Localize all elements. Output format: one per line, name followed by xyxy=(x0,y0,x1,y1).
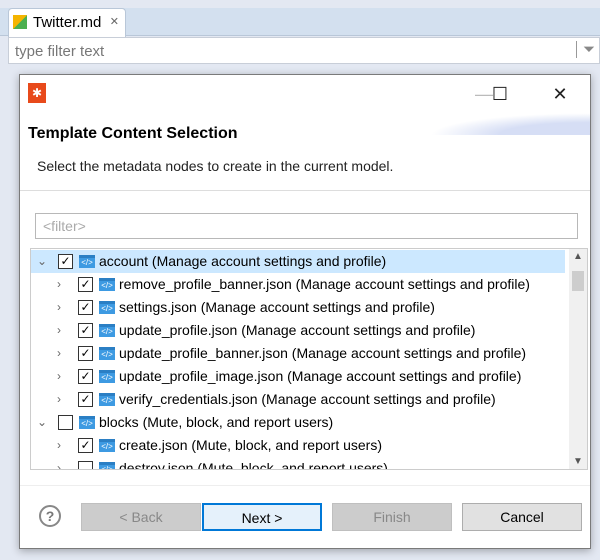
tree-item-label: update_profile_banner.json (Manage accou… xyxy=(119,345,527,361)
chevron-right-icon[interactable]: › xyxy=(57,273,69,296)
chevron-right-icon[interactable]: › xyxy=(57,365,69,388)
tree-item[interactable]: › </> destroy.json (Mute, block, and rep… xyxy=(31,457,565,470)
next-button[interactable]: Next > xyxy=(202,503,322,531)
chevron-right-icon[interactable]: › xyxy=(57,388,69,411)
json-file-icon: </> xyxy=(99,439,115,452)
template-dialog: ✱ — ☐ ✕ Template Content Selection Selec… xyxy=(19,74,591,549)
tree-item-label: blocks (Mute, block, and report users) xyxy=(99,414,334,430)
back-button[interactable]: < Back xyxy=(81,503,201,531)
tree-item-checkbox[interactable]: ✓ xyxy=(78,438,93,453)
tree-item-checkbox[interactable]: ✓ xyxy=(78,300,93,315)
funnel-icon[interactable]: ⏷ xyxy=(575,41,595,58)
tree-item-checkbox[interactable]: ✓ xyxy=(78,392,93,407)
close-button[interactable]: ✕ xyxy=(540,79,580,109)
tab-label: Twitter.md xyxy=(33,14,102,31)
tree-item[interactable]: ⌄ ✓ </> account (Manage account settings… xyxy=(31,250,565,273)
finish-button[interactable]: Finish xyxy=(332,503,452,531)
chevron-right-icon[interactable]: › xyxy=(57,342,69,365)
model-file-icon xyxy=(13,15,27,29)
tree-item-label: update_profile.json (Manage account sett… xyxy=(119,322,476,338)
tree-item-checkbox[interactable] xyxy=(78,461,93,469)
tree-item-checkbox[interactable]: ✓ xyxy=(78,369,93,384)
banner-graphic xyxy=(430,113,590,135)
tree-item-checkbox[interactable]: ✓ xyxy=(78,277,93,292)
json-file-icon: </> xyxy=(79,416,95,429)
tree-item-label: remove_profile_banner.json (Manage accou… xyxy=(119,276,530,292)
json-file-icon: </> xyxy=(99,347,115,360)
cancel-button[interactable]: Cancel xyxy=(462,503,582,531)
tree-item[interactable]: › ✓ </> verify_credentials.json (Manage … xyxy=(31,388,565,411)
tree-item-label: settings.json (Manage account settings a… xyxy=(119,299,435,315)
json-file-icon: </> xyxy=(79,255,95,268)
editor-tab[interactable]: Twitter.md ✕ xyxy=(8,8,126,37)
tree-item-checkbox[interactable]: ✓ xyxy=(58,254,73,269)
json-file-icon: </> xyxy=(99,393,115,406)
content-tree: ⌄ ✓ </> account (Manage account settings… xyxy=(30,248,588,470)
chevron-right-icon[interactable]: › xyxy=(57,434,69,457)
divider xyxy=(20,190,590,191)
tree-item-label: create.json (Mute, block, and report use… xyxy=(119,437,383,453)
tree-item-label: destroy.json (Mute, block, and report us… xyxy=(119,460,388,470)
json-file-icon: </> xyxy=(99,278,115,291)
divider xyxy=(20,485,590,486)
json-file-icon: </> xyxy=(99,370,115,383)
chevron-right-icon[interactable]: › xyxy=(57,296,69,319)
tree-item-label: verify_credentials.json (Manage account … xyxy=(119,391,496,407)
outline-filter-input[interactable]: type filter text ⏷ xyxy=(8,37,600,64)
tree-item[interactable]: › ✓ </> create.json (Mute, block, and re… xyxy=(31,434,565,457)
scroll-up-icon[interactable]: ▲ xyxy=(573,251,583,262)
json-file-icon: </> xyxy=(99,301,115,314)
tree-item[interactable]: › ✓ </> settings.json (Manage account se… xyxy=(31,296,565,319)
chevron-right-icon[interactable]: › xyxy=(57,319,69,342)
tree-item[interactable]: › ✓ </> update_profile_image.json (Manag… xyxy=(31,365,565,388)
page-description: Select the metadata nodes to create in t… xyxy=(37,158,394,174)
json-file-icon: </> xyxy=(99,462,115,469)
scroll-thumb[interactable] xyxy=(572,271,584,291)
page-title: Template Content Selection xyxy=(28,125,238,142)
app-logo-icon: ✱ xyxy=(28,83,46,103)
tree-item-checkbox[interactable] xyxy=(58,415,73,430)
scroll-down-icon[interactable]: ▼ xyxy=(573,456,583,467)
tree-item-label: account (Manage account settings and pro… xyxy=(99,253,387,269)
tree-item-checkbox[interactable]: ✓ xyxy=(78,346,93,361)
json-file-icon: </> xyxy=(99,324,115,337)
tree-item-checkbox[interactable]: ✓ xyxy=(78,323,93,338)
chevron-down-icon[interactable]: ⌄ xyxy=(37,250,49,273)
chevron-right-icon[interactable]: › xyxy=(57,457,69,469)
tree-item[interactable]: ⌄ </> blocks (Mute, block, and report us… xyxy=(31,411,565,434)
maximize-button[interactable]: ☐ xyxy=(480,79,520,109)
tree-filter-input[interactable]: <filter> xyxy=(35,213,578,239)
close-tab-icon[interactable]: ✕ xyxy=(110,15,119,28)
tree-item[interactable]: › ✓ </> update_profile_banner.json (Mana… xyxy=(31,342,565,365)
tree-item[interactable]: › ✓ </> remove_profile_banner.json (Mana… xyxy=(31,273,565,296)
filter-placeholder: type filter text xyxy=(15,43,105,60)
vertical-scrollbar[interactable]: ▲ ▼ xyxy=(569,249,587,469)
chevron-down-icon[interactable]: ⌄ xyxy=(37,411,49,434)
tree-item-label: update_profile_image.json (Manage accoun… xyxy=(119,368,522,384)
help-icon[interactable]: ? xyxy=(39,505,61,527)
tree-item[interactable]: › ✓ </> update_profile.json (Manage acco… xyxy=(31,319,565,342)
